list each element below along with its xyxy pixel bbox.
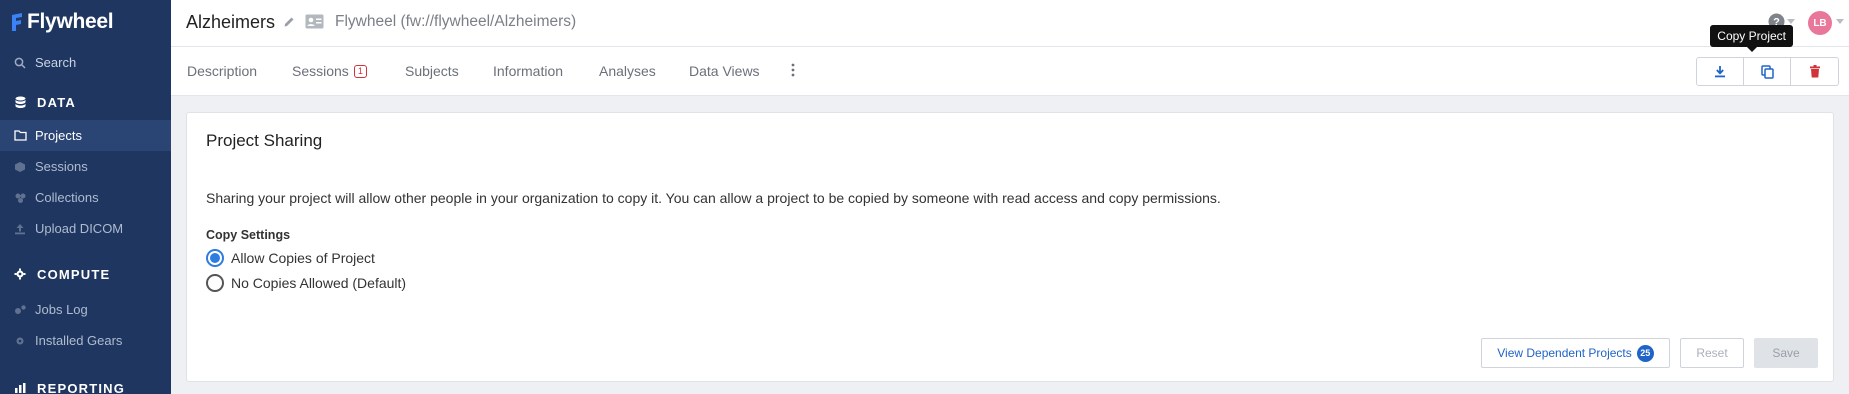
tab-subjects[interactable]: Subjects [405,63,459,79]
card-title: Project Sharing [206,131,323,150]
folder-icon [13,129,27,143]
trash-icon [1809,65,1820,78]
sidebar-section-reporting: REPORTING [0,370,171,394]
page-title: Alzheimers [186,12,276,32]
app-name: Flywheel [27,10,114,33]
download-button[interactable] [1697,58,1744,85]
sidebar-item-jobs-log[interactable]: Jobs Log [0,294,171,325]
tab-label: Analyses [599,63,656,79]
copy-settings-label: Copy Settings [206,228,291,242]
sidebar-section-label: COMPUTE [37,266,111,282]
sidebar-item-search[interactable]: Search [0,47,171,78]
gear-icon [13,267,27,281]
avatar-caret-icon [1836,19,1844,24]
sidebar-item-collections[interactable]: Collections [0,182,171,213]
save-button[interactable]: Save [1754,338,1818,368]
gear-icon [13,334,27,348]
avatar[interactable]: LB [1808,11,1832,35]
sidebar-item-projects[interactable]: Projects [0,120,171,151]
project-path: Flywheel (fw://flywheel/Alzheimers) [335,13,577,30]
reset-button[interactable]: Reset [1680,338,1744,368]
view-dependent-projects-button[interactable]: View Dependent Projects 25 [1481,338,1670,368]
radio-label: Allow Copies of Project [231,250,375,266]
sidebar-item-label: Jobs Log [35,302,88,317]
project-tabs: Description Sessions 1 Subjects Informati… [171,47,1849,96]
upload-icon [13,222,27,236]
card-description: Sharing your project will allow other pe… [206,190,1221,206]
tab-label: Information [493,63,564,79]
sidebar-item-label: Projects [35,128,82,143]
sidebar-item-label: Installed Gears [35,333,123,348]
radio-button[interactable] [206,274,224,292]
sidebar: Flywheel Search DATA Projects Sessions C… [0,0,171,394]
sidebar-section-data: DATA [0,84,171,120]
sidebar-item-upload-dicom[interactable]: Upload DICOM [0,213,171,244]
project-actions [1696,57,1839,86]
sidebar-item-sessions[interactable]: Sessions [0,151,171,182]
sidebar-section-label: REPORTING [37,380,126,394]
copy-project-tooltip: Copy Project [1710,25,1793,52]
search-icon [13,56,27,70]
tab-label: Subjects [405,63,459,79]
pencil-icon[interactable] [283,15,296,33]
collections-icon [13,191,27,205]
cube-icon [13,160,27,174]
sidebar-item-installed-gears[interactable]: Installed Gears [0,325,171,356]
sessions-count-badge: 1 [353,65,367,78]
dependent-count-badge: 25 [1636,344,1654,362]
copy-project-button[interactable] [1744,58,1791,85]
id-card-icon [305,14,324,34]
radio-label: No Copies Allowed (Default) [231,275,407,291]
tab-sessions[interactable]: Sessions 1 [292,63,367,79]
tab-description[interactable]: Description [187,63,257,79]
tab-information[interactable]: Information [493,63,563,79]
tab-label: Data Views [689,63,760,79]
sidebar-section-compute: COMPUTE [0,256,171,292]
tab-data-views[interactable]: Data Views [689,63,760,79]
copy-icon [1760,64,1774,79]
sidebar-item-label: Sessions [35,159,88,174]
help-caret-icon [1787,19,1795,24]
sidebar-item-label: Upload DICOM [35,221,124,236]
tab-label: Sessions [292,63,349,79]
sidebar-item-label: Search [35,55,77,70]
tab-label: Description [187,63,258,79]
kebab-icon[interactable] [791,63,795,80]
radio-button-selected[interactable] [206,249,224,267]
jobs-icon [13,303,27,317]
tab-analyses[interactable]: Analyses [599,63,656,79]
sidebar-section-label: DATA [37,94,76,110]
sidebar-item-label: Collections [35,190,99,205]
database-icon [13,95,27,109]
flywheel-logo-icon [12,13,22,31]
project-sharing-card: Project Sharing Sharing your project wil… [186,112,1834,382]
page-header: Alzheimers Flywheel (fw://flywheel/Alzhe… [171,0,1849,47]
download-icon [1715,66,1725,78]
radio-allow-copies[interactable]: Allow Copies of Project [206,249,375,267]
radio-no-copies[interactable]: No Copies Allowed (Default) [206,274,406,292]
app-logo[interactable]: Flywheel [0,0,171,44]
delete-project-button[interactable] [1791,58,1838,85]
button-label: View Dependent Projects [1497,346,1632,360]
report-icon [13,381,27,394]
